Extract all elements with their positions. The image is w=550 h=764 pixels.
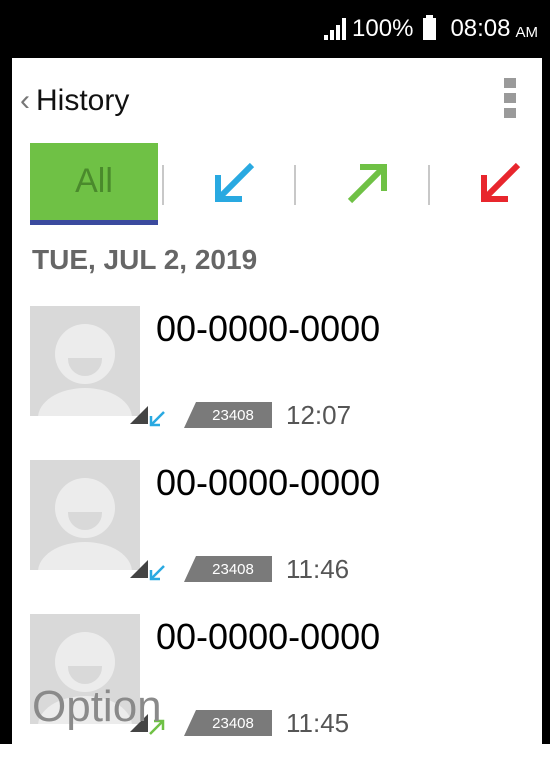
quick-contact-corner [130, 406, 148, 424]
incoming-call-icon [149, 565, 165, 581]
back-chevron-icon[interactable]: ‹ [20, 85, 30, 116]
tab-divider [294, 165, 296, 205]
avatar [30, 460, 140, 570]
header: ‹ History [12, 58, 542, 143]
tab-all[interactable]: All [30, 143, 158, 225]
overflow-menu-icon[interactable] [504, 78, 516, 118]
status-bar: 100% 08:08 AM [0, 0, 550, 58]
tab-incoming-icon[interactable] [208, 157, 260, 209]
clock-ampm: AM [515, 23, 539, 41]
sim-badge: 23408 [184, 710, 272, 736]
screen-frame-left [0, 0, 12, 744]
tab-all-label: All [75, 162, 113, 200]
avatar [30, 306, 140, 416]
battery-percent: 100% [352, 15, 414, 42]
tab-divider [162, 165, 164, 205]
call-log-item[interactable]: 00-0000-0000 23408 11:46 [12, 460, 542, 610]
call-filter-tabs: All [12, 143, 542, 225]
call-time: 12:07 [286, 400, 352, 430]
clock: 08:08 [450, 15, 511, 42]
signal-icon [324, 18, 348, 40]
phone-number: 00-0000-0000 [156, 308, 381, 349]
call-time: 11:45 [286, 708, 350, 738]
battery-icon [423, 15, 437, 40]
phone-number: 00-0000-0000 [156, 462, 381, 503]
call-time: 11:46 [286, 554, 350, 584]
page-title: History [36, 83, 130, 117]
sim-badge: 23408 [184, 556, 272, 582]
screen-frame-right [542, 0, 550, 744]
call-log-item[interactable]: 00-0000-0000 23408 12:07 [12, 306, 542, 456]
quick-contact-corner [130, 560, 148, 578]
softkey-option[interactable]: Option [32, 682, 162, 732]
date-section-header: TUE, JUL 2, 2019 [32, 244, 258, 275]
tab-missed-icon[interactable] [474, 157, 526, 209]
phone-number: 00-0000-0000 [156, 616, 381, 657]
incoming-call-icon [149, 411, 165, 427]
sim-badge: 23408 [184, 402, 272, 428]
tab-divider [428, 165, 430, 205]
tab-outgoing-icon[interactable] [342, 157, 394, 209]
